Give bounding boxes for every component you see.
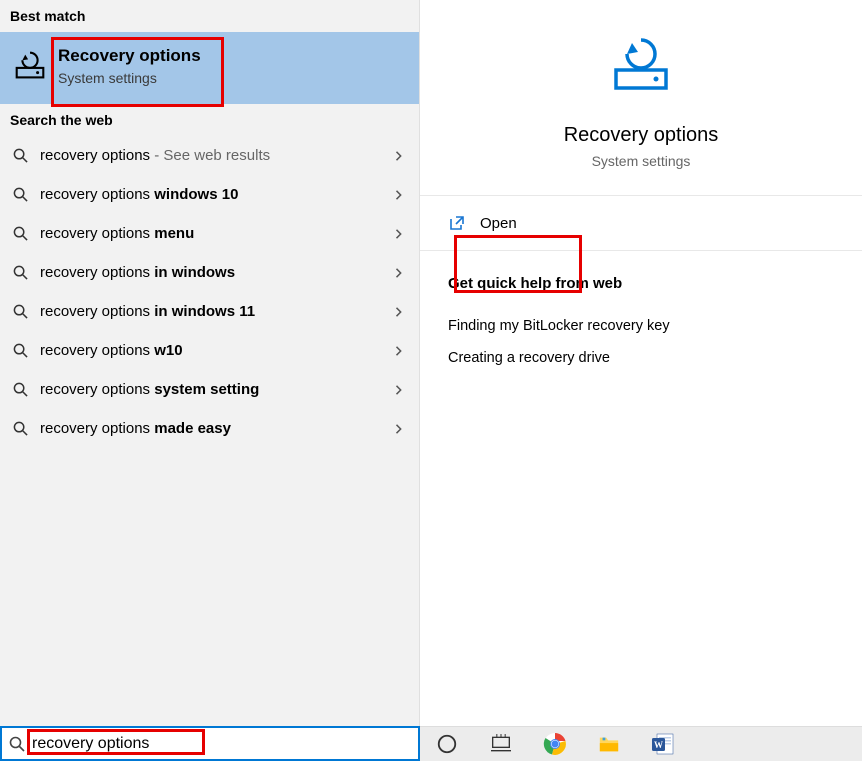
search-web-header: Search the web bbox=[0, 104, 419, 136]
search-icon bbox=[8, 343, 32, 358]
search-suggestion-item[interactable]: recovery options system setting bbox=[0, 370, 419, 409]
chevron-right-icon[interactable] bbox=[389, 346, 409, 356]
search-suggestion-text: recovery options windows 10 bbox=[32, 186, 389, 203]
search-icon bbox=[8, 736, 26, 752]
search-suggestion-item[interactable]: recovery options in windows bbox=[0, 253, 419, 292]
open-label: Open bbox=[480, 215, 517, 232]
search-suggestion-item[interactable]: recovery options in windows 11 bbox=[0, 292, 419, 331]
task-view-icon[interactable] bbox=[488, 731, 514, 757]
search-suggestion-text: recovery options w10 bbox=[32, 342, 389, 359]
quick-help-link[interactable]: Finding my BitLocker recovery key bbox=[448, 310, 834, 342]
file-explorer-icon[interactable] bbox=[596, 731, 622, 757]
search-icon bbox=[8, 382, 32, 397]
search-suggestion-text: recovery options in windows bbox=[32, 264, 389, 281]
svg-text:W: W bbox=[654, 740, 663, 750]
recovery-icon-large bbox=[606, 30, 676, 100]
chevron-right-icon[interactable] bbox=[389, 190, 409, 200]
search-icon bbox=[8, 265, 32, 280]
best-match-header: Best match bbox=[0, 0, 419, 32]
search-results-panel: Best match Recovery options System setti… bbox=[0, 0, 420, 726]
search-suggestion-text: recovery options menu bbox=[32, 225, 389, 242]
quick-help-link[interactable]: Creating a recovery drive bbox=[448, 342, 834, 374]
chevron-right-icon[interactable] bbox=[389, 268, 409, 278]
search-suggestion-text: recovery options in windows 11 bbox=[32, 303, 389, 320]
chevron-right-icon[interactable] bbox=[389, 424, 409, 434]
search-suggestion-text: recovery options - See web results bbox=[32, 147, 389, 164]
chevron-right-icon[interactable] bbox=[389, 151, 409, 161]
annotation-highlight bbox=[454, 235, 582, 293]
taskbar: W bbox=[420, 726, 862, 761]
search-suggestion-item[interactable]: recovery options - See web results bbox=[0, 136, 419, 175]
word-icon[interactable]: W bbox=[650, 731, 676, 757]
search-suggestion-text: recovery options system setting bbox=[32, 381, 389, 398]
search-icon bbox=[8, 187, 32, 202]
preview-title: Recovery options bbox=[564, 124, 719, 147]
search-suggestion-item[interactable]: recovery options windows 10 bbox=[0, 175, 419, 214]
cortana-icon[interactable] bbox=[434, 731, 460, 757]
search-suggestion-item[interactable]: recovery options w10 bbox=[0, 331, 419, 370]
search-suggestions-list: recovery options - See web results recove… bbox=[0, 136, 419, 448]
chevron-right-icon[interactable] bbox=[389, 307, 409, 317]
chevron-right-icon[interactable] bbox=[389, 229, 409, 239]
search-icon bbox=[8, 148, 32, 163]
open-external-icon bbox=[448, 214, 466, 232]
search-suggestion-text: recovery options made easy bbox=[32, 420, 389, 437]
search-suggestion-item[interactable]: recovery options made easy bbox=[0, 409, 419, 448]
preview-panel: Recovery options System settings Open Ge… bbox=[420, 0, 862, 726]
search-icon bbox=[8, 304, 32, 319]
search-icon bbox=[8, 226, 32, 241]
preview-subtitle: System settings bbox=[592, 153, 691, 169]
chrome-icon[interactable] bbox=[542, 731, 568, 757]
search-icon bbox=[8, 421, 32, 436]
annotation-highlight bbox=[51, 37, 224, 107]
annotation-highlight bbox=[27, 729, 205, 755]
recovery-icon bbox=[10, 46, 50, 86]
search-suggestion-item[interactable]: recovery options menu bbox=[0, 214, 419, 253]
chevron-right-icon[interactable] bbox=[389, 385, 409, 395]
